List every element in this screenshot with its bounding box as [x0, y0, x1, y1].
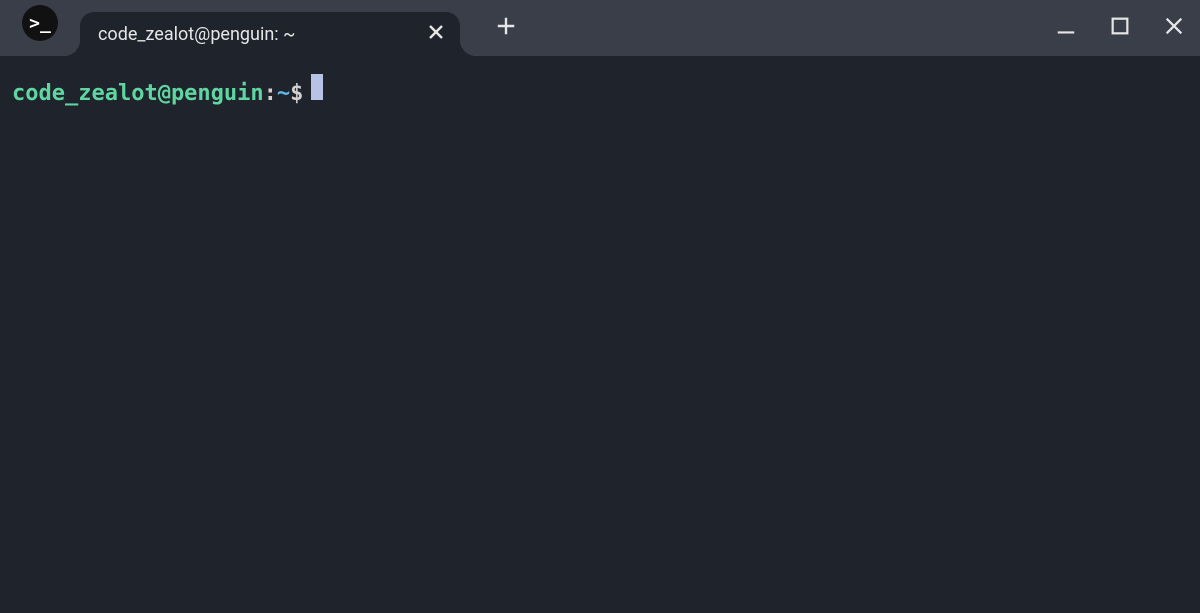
terminal-pane[interactable]: code_zealot@penguin:~$ — [0, 56, 1200, 613]
window-minimize-button[interactable] — [1052, 14, 1080, 42]
terminal-app-icon: >_ — [22, 5, 58, 41]
prompt-separator: : — [264, 79, 277, 109]
tab-active[interactable]: code_zealot@penguin: ~ — [80, 12, 460, 56]
minimize-icon — [1055, 15, 1077, 41]
close-icon — [428, 24, 444, 45]
title-bar: >_ code_zealot@penguin: ~ — [0, 0, 1200, 56]
window-close-button[interactable] — [1160, 14, 1188, 42]
tab-strip: code_zealot@penguin: ~ — [80, 0, 526, 56]
window-maximize-button[interactable] — [1106, 14, 1134, 42]
tab-close-button[interactable] — [424, 22, 448, 46]
prompt-user-host: code_zealot@penguin — [12, 79, 264, 109]
window-controls — [1052, 0, 1188, 56]
terminal-app-icon-glyph: >_ — [29, 13, 51, 34]
plus-icon — [495, 15, 517, 41]
close-icon — [1163, 15, 1185, 41]
prompt-path: ~ — [277, 79, 290, 109]
tab-title: code_zealot@penguin: ~ — [98, 24, 295, 45]
text-cursor — [311, 74, 323, 100]
prompt-symbol: $ — [290, 79, 303, 109]
new-tab-button[interactable] — [486, 8, 526, 48]
maximize-icon — [1109, 15, 1131, 41]
prompt-line: code_zealot@penguin:~$ — [12, 74, 1188, 109]
